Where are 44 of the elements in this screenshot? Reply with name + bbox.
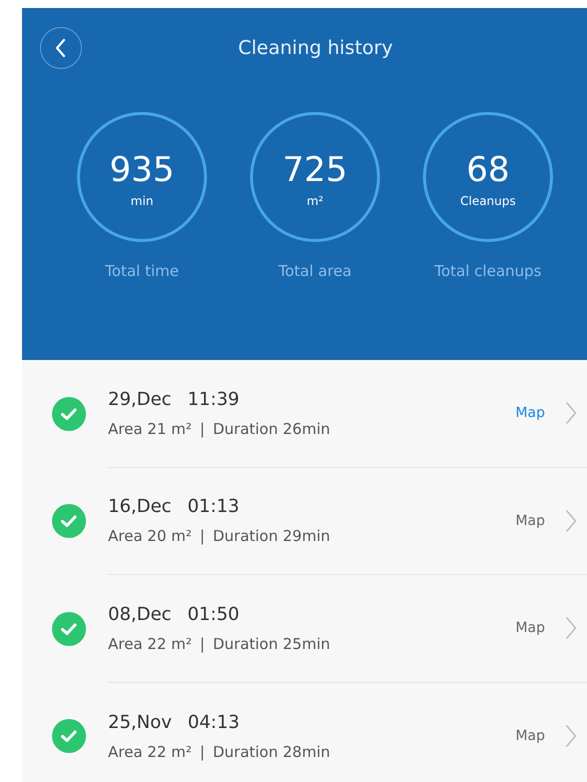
back-icon (54, 38, 68, 58)
stat-label: Total time (105, 262, 179, 280)
chevron-icon[interactable] (565, 401, 577, 426)
map-link[interactable]: Map (515, 405, 545, 422)
record-time: 11:39 (187, 388, 240, 410)
record-date: 29,Dec (108, 388, 172, 410)
map-link[interactable]: Map (515, 620, 545, 636)
check-icon (52, 396, 86, 431)
separator-text: | (200, 420, 205, 438)
chevron-icon[interactable] (565, 508, 577, 533)
map-link[interactable]: Map (515, 728, 545, 744)
record-area: Area 22 m² (108, 742, 192, 761)
record-date: 25,Nov (108, 712, 172, 733)
record-time: 04:13 (188, 712, 240, 733)
check-icon (52, 612, 86, 646)
record-time: 01:50 (187, 604, 240, 625)
chevron-icon[interactable] (565, 724, 577, 748)
separator-text: | (200, 634, 205, 653)
stat-unit: min (130, 194, 154, 208)
separator-text: | (200, 742, 205, 761)
stat-label: Total cleanups (434, 262, 542, 280)
stat-value: 935 (110, 150, 174, 190)
separator-text: | (200, 527, 205, 546)
record-date: 08,Dec (108, 604, 172, 625)
check-icon (52, 719, 86, 754)
record-area: Area 20 m² (108, 527, 192, 546)
record-area: Area 22 m² (108, 634, 192, 653)
record-area: Area 21 m² (108, 420, 192, 438)
record-duration: Duration 25min (212, 634, 330, 653)
stat-value: 725 (282, 150, 348, 190)
record-duration: Duration 29min (212, 527, 330, 546)
stat-unit: Cleanups (460, 194, 516, 208)
chevron-icon[interactable] (565, 616, 577, 640)
stat-label: Total area (278, 262, 352, 280)
back-button[interactable] (40, 27, 82, 69)
record-time: 01:13 (187, 496, 240, 518)
record-date: 16,Dec (108, 496, 172, 518)
screen-title: Cleaning history (238, 37, 393, 59)
stat-unit: m² (306, 194, 324, 208)
map-link[interactable]: Map (515, 512, 545, 529)
stat-value: 68 (466, 150, 510, 190)
record-duration: Duration 28min (212, 742, 330, 761)
record-duration: Duration 26min (212, 420, 330, 438)
check-icon (52, 504, 86, 538)
